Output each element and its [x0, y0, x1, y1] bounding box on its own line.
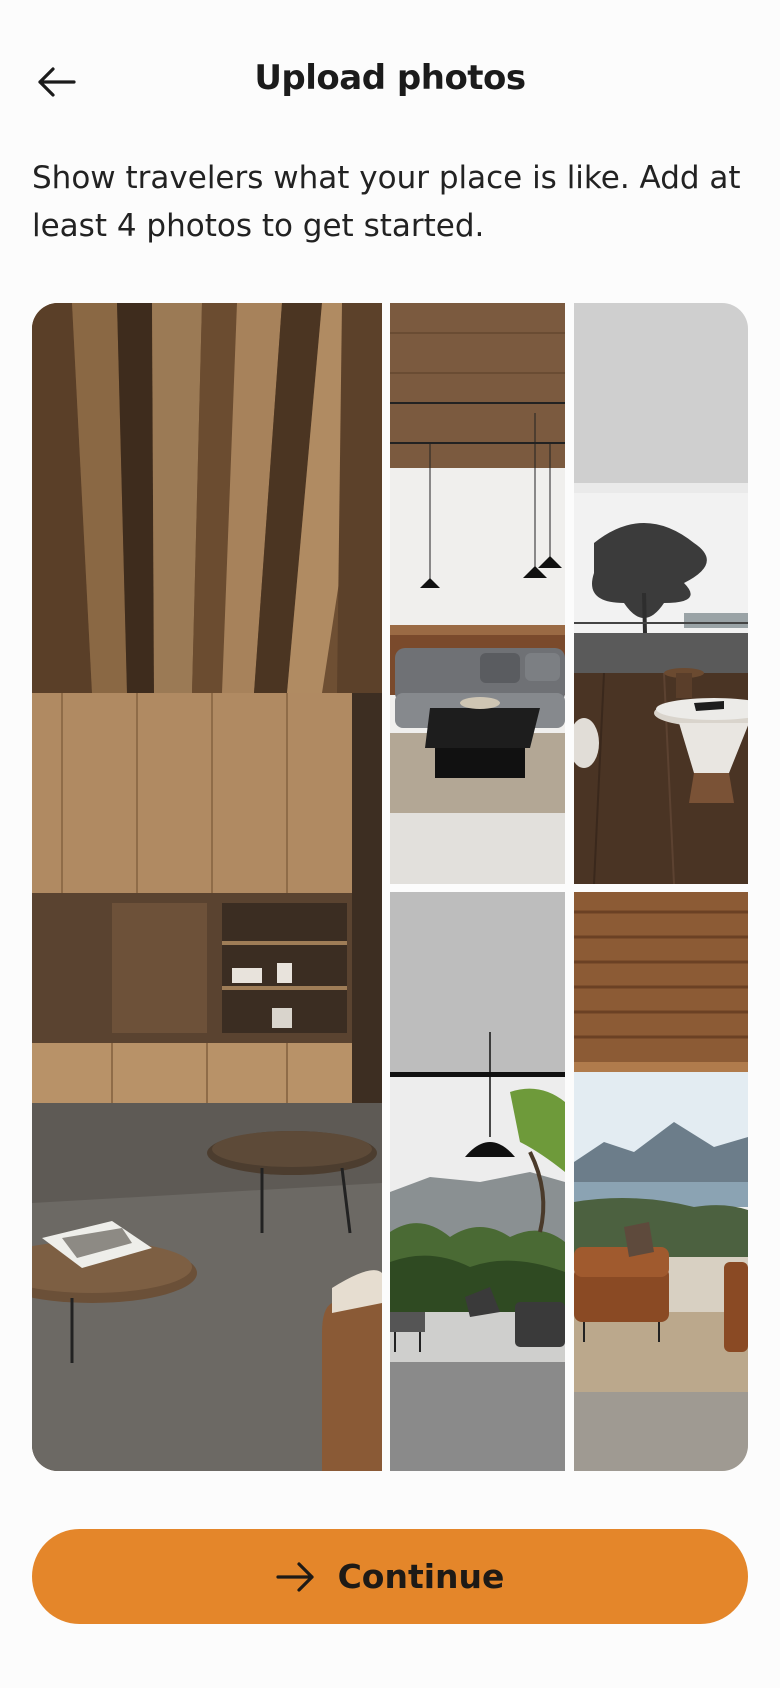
intro-text: Show travelers what your place is like. …	[32, 160, 741, 244]
header: Upload photos	[0, 40, 780, 120]
photo-gallery	[32, 303, 748, 1471]
continue-button[interactable]: Continue	[32, 1529, 748, 1624]
arrow-right-icon	[275, 1561, 314, 1592]
photo-tile-lake-view[interactable]	[574, 892, 748, 1471]
photo-tile-living-room[interactable]	[32, 303, 382, 1471]
page-title: Upload photos	[254, 58, 526, 98]
photo-tile-lounge-sofa[interactable]	[390, 303, 565, 884]
photo-tile-terrace[interactable]	[574, 303, 748, 884]
photo-tile-jungle-view[interactable]	[390, 892, 565, 1471]
continue-label: Continue	[337, 1557, 505, 1596]
